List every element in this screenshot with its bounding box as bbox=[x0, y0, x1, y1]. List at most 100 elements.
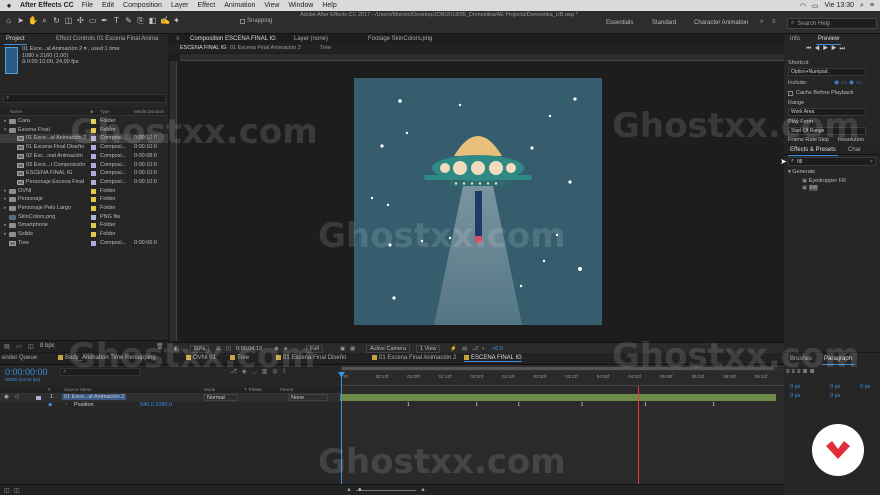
pan-behind-tool-icon[interactable]: ✣ bbox=[76, 16, 85, 25]
alignment-buttons[interactable]: ≡≡≡≣≣ bbox=[786, 368, 817, 375]
disclosure-triangle-icon[interactable]: ▸ bbox=[4, 204, 7, 213]
property-row[interactable]: ◆ ◔ Position 540,0,1080,0 bbox=[0, 402, 340, 410]
label-color[interactable] bbox=[91, 223, 96, 229]
snapping-toggle[interactable]: Snapping bbox=[240, 18, 272, 24]
trash-icon[interactable]: 🗑 bbox=[156, 343, 164, 350]
label-color[interactable] bbox=[91, 127, 96, 133]
stopwatch-icon[interactable]: ◔ bbox=[64, 402, 67, 408]
views-dropdown[interactable]: 1 View bbox=[416, 345, 441, 353]
new-folder-icon[interactable]: ▭ bbox=[16, 343, 22, 350]
column-parent[interactable]: Parent bbox=[280, 387, 293, 392]
label-column-icon[interactable]: ◈ bbox=[90, 109, 93, 115]
column-source-name[interactable]: Source Name bbox=[64, 387, 92, 392]
tab-info[interactable]: Info bbox=[786, 34, 804, 44]
always-preview-icon[interactable]: ◧ bbox=[174, 346, 179, 352]
prev-frame-icon[interactable]: ◀ bbox=[814, 46, 822, 52]
effect-eyedropper-fill[interactable]: ▣ Eyedropper Fill bbox=[802, 178, 846, 184]
app-menu[interactable]: After Effects CC bbox=[20, 2, 74, 9]
column-type[interactable]: Type bbox=[100, 109, 110, 114]
list-item[interactable]: 01 Escena Final Diseño Composi... 0:00:10:… bbox=[0, 143, 168, 152]
space-before-value[interactable]: 0 px bbox=[790, 393, 800, 399]
disclosure-triangle-icon[interactable]: ▸ bbox=[4, 187, 7, 196]
playback-controls[interactable]: ⏮◀▶▶⏭ bbox=[806, 46, 848, 53]
menu-composition[interactable]: Composition bbox=[123, 2, 162, 9]
shortcut-dropdown[interactable]: Option+Numpad . bbox=[788, 68, 866, 76]
toggle-modes-icon[interactable]: ◫ bbox=[14, 487, 20, 494]
tab-character[interactable]: Char bbox=[844, 145, 865, 155]
selection-tool-icon[interactable]: ➤ bbox=[16, 16, 25, 25]
clear-search-icon[interactable]: × bbox=[870, 159, 873, 165]
layer-mode-dropdown[interactable]: Normal bbox=[204, 394, 238, 401]
tab-paragraph[interactable]: Paragraph bbox=[820, 354, 856, 365]
playhead[interactable] bbox=[341, 372, 342, 484]
tab-effects-presets[interactable]: Effects & Presets bbox=[786, 145, 840, 156]
zoom-slider-handle[interactable]: ● bbox=[358, 487, 362, 493]
menu-animation[interactable]: Animation bbox=[224, 2, 255, 9]
tab-composition[interactable]: Composition ESCENA FINAL IG bbox=[186, 34, 280, 45]
disclosure-triangle-icon[interactable]: ▸ bbox=[4, 230, 7, 239]
label-color[interactable] bbox=[91, 206, 96, 211]
disclosure-triangle-icon[interactable]: ▾ bbox=[4, 126, 7, 135]
timeline-tab[interactable]: Tree bbox=[230, 355, 249, 361]
composition-canvas[interactable] bbox=[354, 78, 602, 325]
tab-footage[interactable]: Footage SkinColors.png bbox=[364, 34, 436, 44]
tab-layer[interactable]: Layer (none) bbox=[290, 34, 332, 44]
workspace-character-animation[interactable]: Character Animation bbox=[694, 20, 748, 26]
zoom-slider[interactable] bbox=[356, 490, 416, 491]
list-item[interactable]: ▸ OVNI Folder bbox=[0, 187, 168, 196]
vertical-ruler[interactable] bbox=[170, 61, 177, 341]
menu-view[interactable]: View bbox=[264, 2, 279, 9]
space-after-value[interactable]: 0 px bbox=[830, 393, 840, 399]
snapping-checkbox[interactable] bbox=[240, 18, 245, 24]
mask-icon[interactable]: ◰ bbox=[226, 346, 231, 352]
horizontal-ruler[interactable] bbox=[180, 54, 784, 61]
label-color[interactable] bbox=[91, 119, 96, 124]
tab-preview[interactable]: Preview bbox=[814, 34, 843, 45]
effects-search-input[interactable]: ⌕ fill × bbox=[788, 157, 876, 166]
zoom-out-icon[interactable]: ▲ bbox=[346, 487, 352, 493]
position-value[interactable]: 540,0,1080,0 bbox=[140, 402, 172, 408]
hand-tool-icon[interactable]: ✋ bbox=[28, 16, 38, 25]
transparency-grid-icon[interactable]: ▦ bbox=[350, 346, 355, 352]
keyframe[interactable]: ɪ bbox=[713, 402, 715, 408]
tab-brushes[interactable]: Brushes bbox=[786, 354, 816, 364]
timeline-tab[interactable]: ender Queue bbox=[2, 355, 37, 361]
indent-right-value[interactable]: 0 px bbox=[830, 384, 840, 390]
keyframe[interactable]: ɪ bbox=[644, 402, 646, 408]
label-color[interactable] bbox=[91, 197, 96, 203]
timeline-link-icon[interactable]: ▤ bbox=[462, 346, 467, 352]
keyframe[interactable]: ɪ bbox=[407, 402, 409, 408]
lock-icon[interactable]: ≡ bbox=[176, 36, 180, 42]
rectangle-tool-icon[interactable]: ▭ bbox=[88, 16, 97, 25]
timeline-tab[interactable]: ESCENA FINAL IG bbox=[464, 355, 522, 363]
menu-layer[interactable]: Layer bbox=[171, 2, 189, 9]
label-color[interactable] bbox=[91, 240, 96, 246]
subtab-escena-final-ig[interactable]: ESCENA FINAL IG bbox=[180, 45, 227, 51]
timeline-switches[interactable]: ⎇◈◡▥◎⌇ bbox=[230, 368, 291, 375]
project-search-input[interactable]: ⌕ bbox=[3, 94, 166, 103]
label-color[interactable] bbox=[91, 188, 96, 194]
column-media-duration[interactable]: Media Duration bbox=[134, 109, 165, 114]
battery-icon[interactable]: ▭ bbox=[812, 2, 819, 10]
layer-row[interactable]: ◉ ◁ 1 01 Esce...al Animación 2 Normal No… bbox=[0, 394, 340, 402]
toggle-switches-icon[interactable]: ◫ bbox=[4, 487, 10, 494]
list-item[interactable]: ▸ Cara Folder bbox=[0, 117, 168, 126]
current-time[interactable]: 0:00:00:00 bbox=[5, 367, 48, 377]
keyframe[interactable]: ɪ bbox=[518, 402, 520, 408]
label-color[interactable] bbox=[91, 145, 96, 151]
new-comp-icon[interactable]: ◫ bbox=[28, 343, 34, 350]
list-item[interactable]: 03 Esce...I Composición Composi... 0:00:10… bbox=[0, 161, 168, 170]
workspace-menu-icon[interactable]: ≡ bbox=[772, 19, 776, 25]
list-item[interactable]: ▸ Smartphone Folder bbox=[0, 221, 168, 230]
menu-window[interactable]: Window bbox=[288, 2, 313, 9]
workspace-overflow-icon[interactable]: » bbox=[760, 19, 763, 25]
subtab-tree[interactable]: Tree bbox=[320, 45, 331, 51]
timeline-tab[interactable]: 01 Escena Final Diseño bbox=[276, 355, 346, 361]
brush-tool-icon[interactable]: ✎ bbox=[124, 16, 133, 25]
disclosure-triangle-icon[interactable]: ▸ bbox=[4, 221, 7, 230]
list-item[interactable]: Tree Composi... 0:00:06:0 bbox=[0, 239, 168, 248]
label-color[interactable] bbox=[91, 214, 96, 220]
disclosure-triangle-icon[interactable]: ▸ bbox=[4, 195, 7, 204]
search-help-input[interactable]: ⌕ Search Help bbox=[787, 18, 877, 29]
apple-icon[interactable]: ● bbox=[4, 1, 14, 10]
